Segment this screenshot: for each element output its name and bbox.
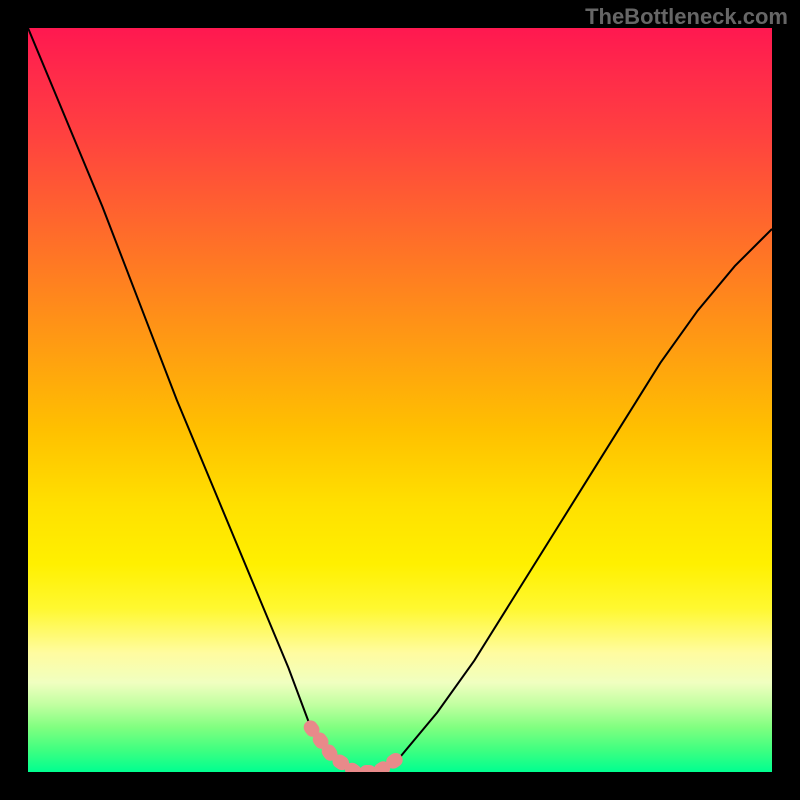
optimal-zone-highlight <box>311 727 400 772</box>
chart-frame: TheBottleneck.com <box>0 0 800 800</box>
watermark-text: TheBottleneck.com <box>585 4 788 30</box>
bottleneck-curve <box>28 28 772 772</box>
plot-area <box>28 28 772 772</box>
chart-svg <box>28 28 772 772</box>
